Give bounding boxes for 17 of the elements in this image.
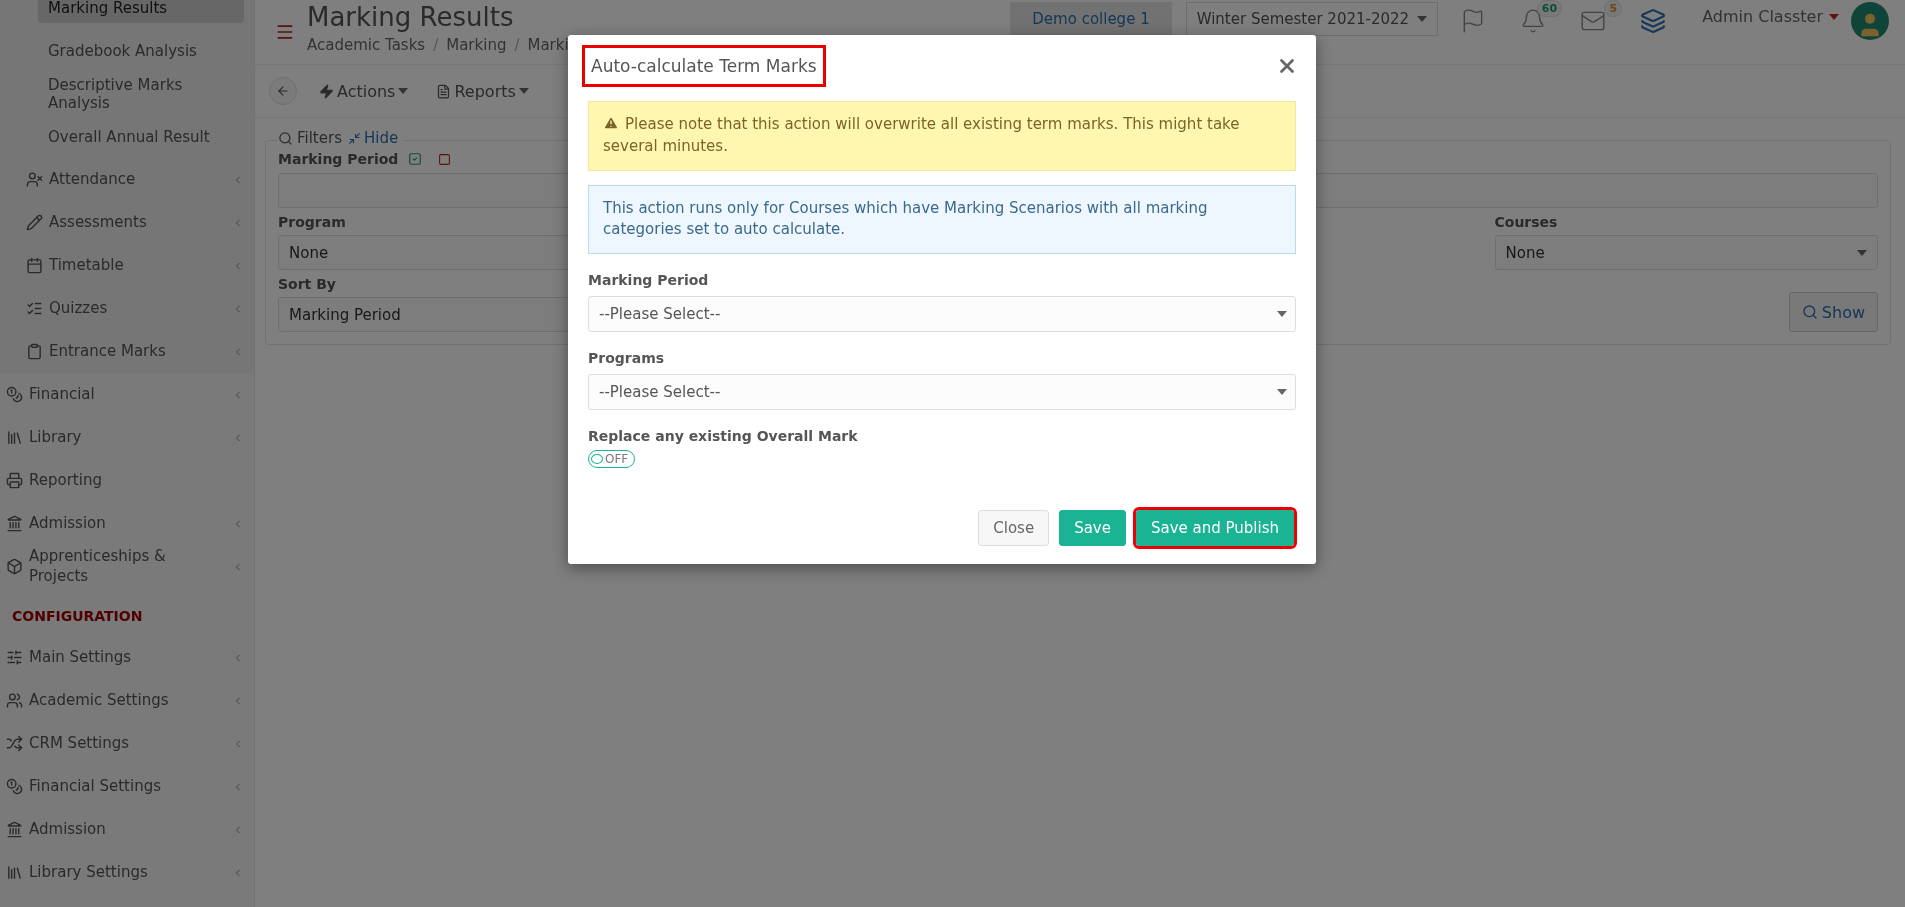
field-label: Program — [278, 214, 346, 230]
field-label: Marking Period — [278, 151, 399, 167]
field-label: Courses — [1494, 214, 1558, 230]
field-label: Sort By — [278, 276, 336, 292]
breadcrumb-separator: / — [433, 36, 439, 54]
field-label: Marking Period — [588, 272, 710, 288]
breadcrumb-separator: / — [514, 36, 520, 54]
field-label: Replace any existing Overall Mark — [588, 428, 859, 444]
modal-title: Auto-calculate Term Marks — [582, 45, 826, 87]
section-heading: CONFIGURATION — [12, 608, 143, 624]
field-label: Programs — [588, 350, 666, 366]
warning-message: Please note that this action will overwrite all existing term marks. This might take several minutes. — [588, 101, 1296, 171]
info-message: This action runs only for Courses which have Marking Scenarios with all marking categories set to auto calculate. — [588, 184, 1296, 254]
notification-count: 60 — [1536, 0, 1563, 17]
message-count: 5 — [1604, 0, 1623, 17]
page-title: Marking Results — [307, 2, 515, 32]
filters-legend: Filters — [278, 129, 342, 147]
